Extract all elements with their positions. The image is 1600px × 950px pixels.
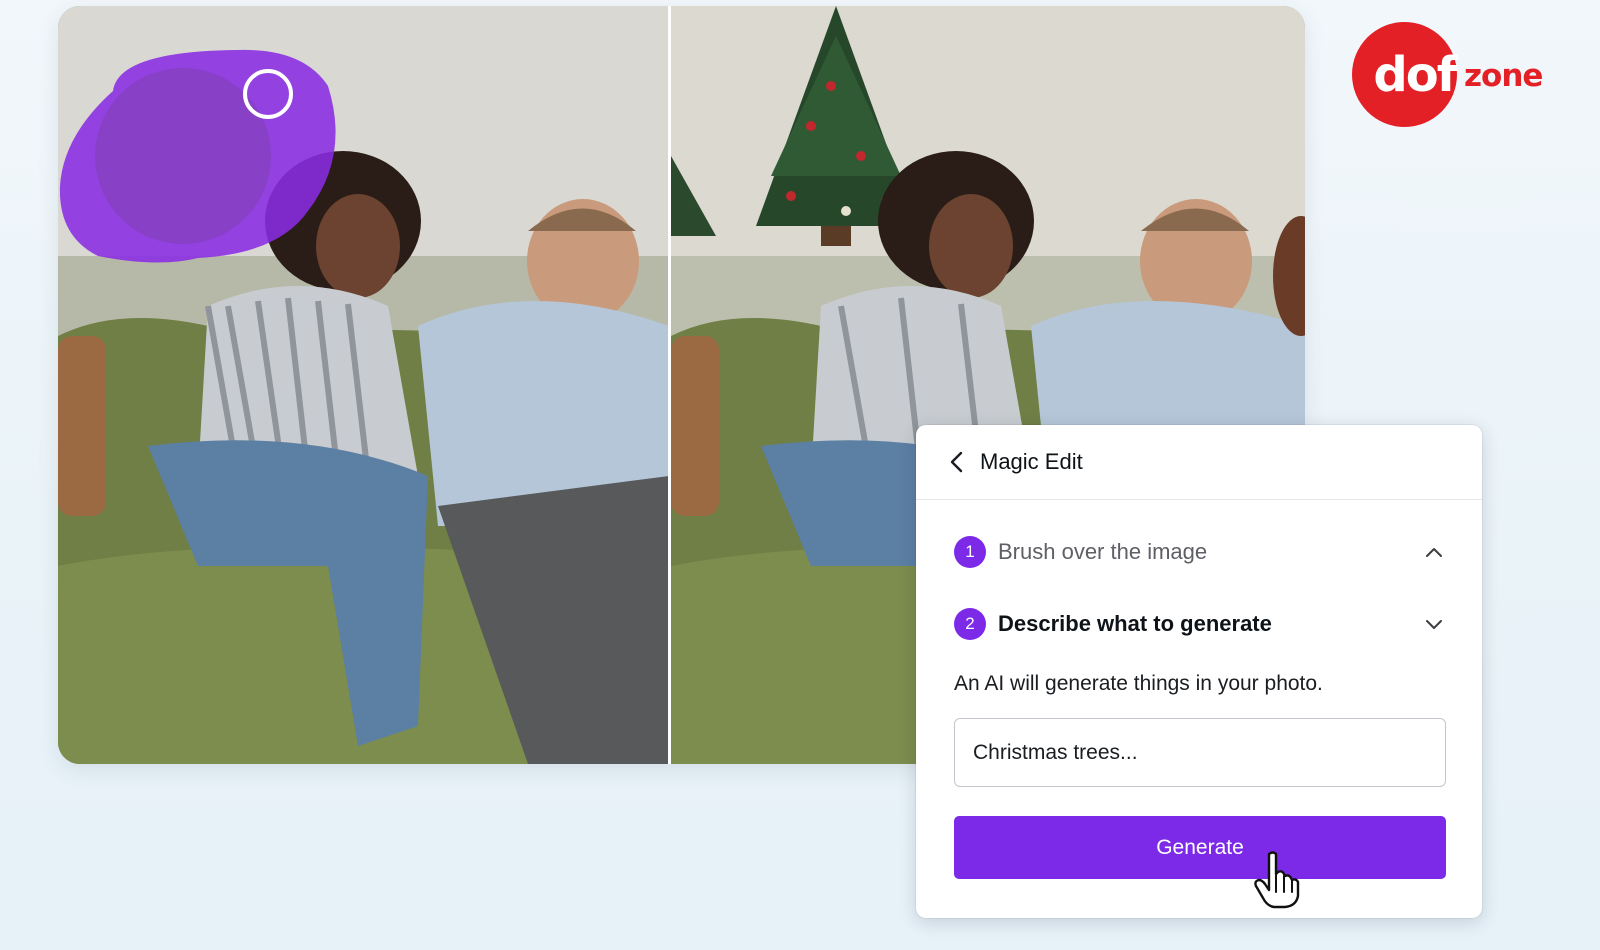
- panel-title: Magic Edit: [980, 449, 1083, 474]
- logo-sub-text: zone: [1464, 58, 1543, 94]
- step-number-badge: 1: [954, 536, 986, 568]
- magic-edit-panel: Magic Edit 1 Brush over the image 2 Desc…: [916, 425, 1482, 918]
- generate-button[interactable]: Generate: [954, 816, 1446, 879]
- dofzone-logo: dof zone: [1352, 22, 1552, 130]
- generate-description: An AI will generate things in your photo…: [954, 672, 1323, 695]
- prompt-input[interactable]: [954, 718, 1446, 787]
- step-describe[interactable]: 2 Describe what to generate: [954, 606, 1444, 642]
- logo-main-text: dof: [1373, 46, 1457, 103]
- panel-header: Magic Edit: [916, 425, 1482, 500]
- hand-cursor-icon: [1254, 851, 1300, 909]
- before-image: [58, 6, 669, 764]
- step-label: Describe what to generate: [998, 611, 1272, 636]
- chevron-left-icon[interactable]: [946, 451, 968, 473]
- comparison-divider[interactable]: [668, 6, 671, 764]
- step-label: Brush over the image: [998, 539, 1208, 564]
- step-brush[interactable]: 1 Brush over the image: [954, 534, 1444, 570]
- step-number-badge: 2: [954, 608, 986, 640]
- chevron-up-icon[interactable]: [1424, 542, 1444, 562]
- logo-badge: dof: [1352, 22, 1458, 127]
- chevron-down-icon[interactable]: [1424, 614, 1444, 634]
